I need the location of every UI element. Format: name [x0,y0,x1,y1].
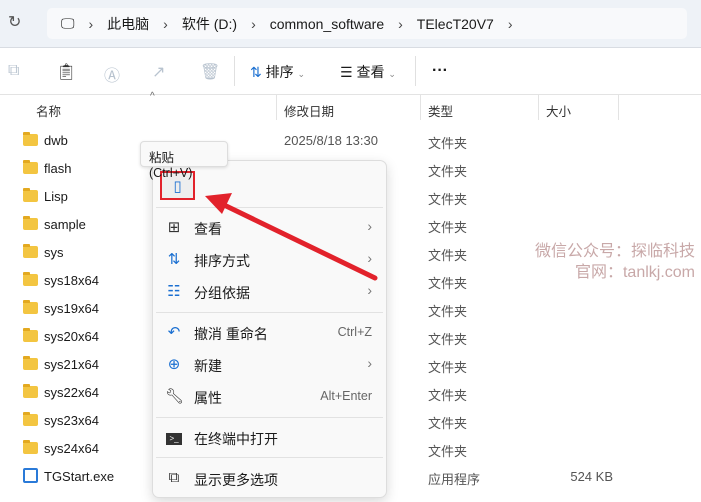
annotation-arrow [205,193,378,281]
